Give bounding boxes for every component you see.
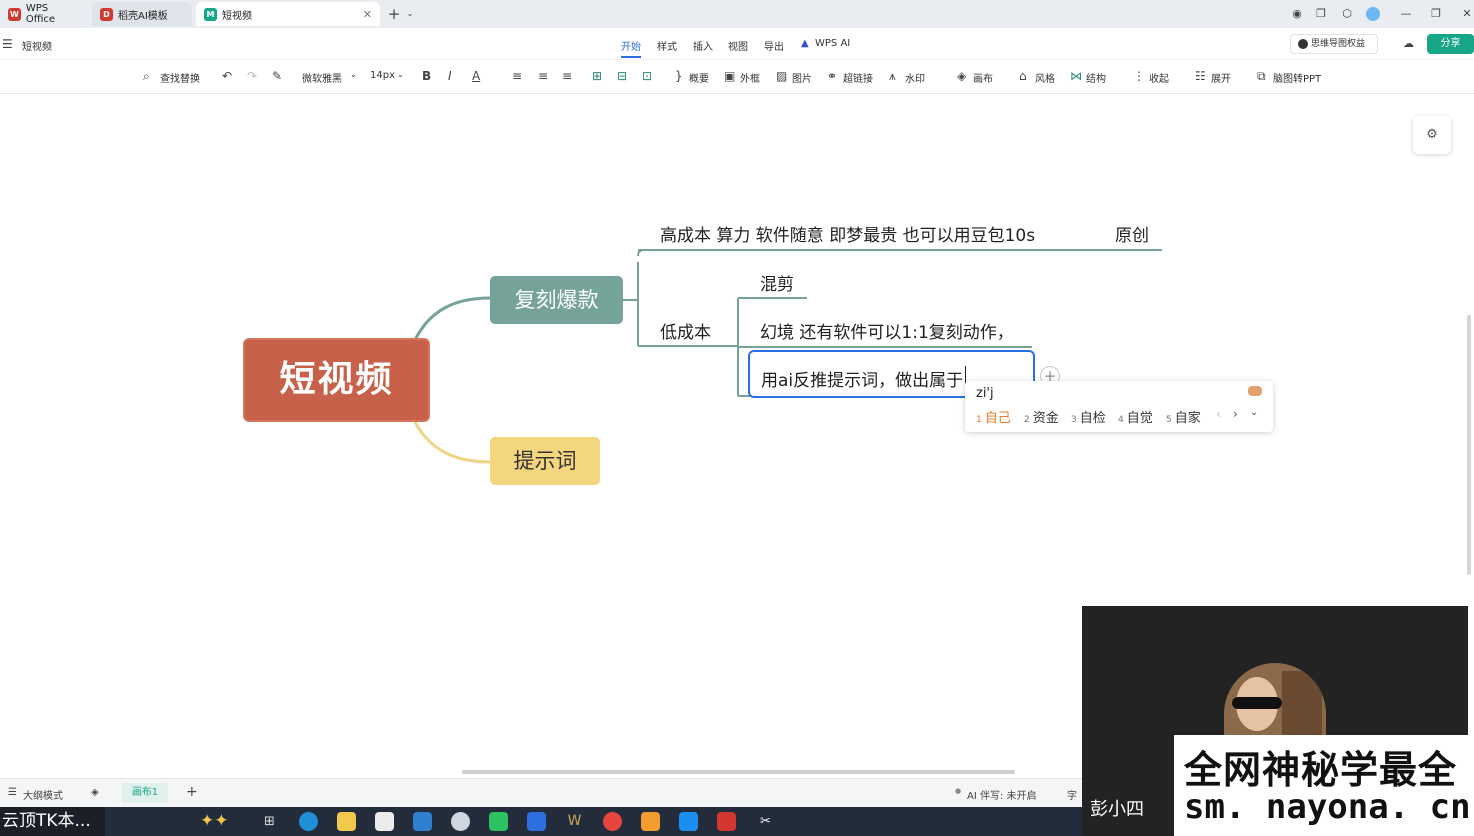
- ai-status-dot-icon: ●: [955, 787, 962, 795]
- horizontal-scrollbar[interactable]: [462, 770, 1015, 774]
- topic-original[interactable]: 原创: [1115, 221, 1149, 246]
- banner-line-2: sm. nayona. cn: [1184, 787, 1471, 827]
- presenter-name: 彭小四: [1090, 799, 1144, 820]
- topic-illusion[interactable]: 幻境 还有软件可以1:1复刻动作，: [760, 318, 1014, 343]
- dingtalk-icon[interactable]: [679, 812, 698, 831]
- topic-high-cost[interactable]: 高成本 算力 软件随意 即梦最贵 也可以用豆包10s: [660, 221, 1035, 246]
- ime-candidate-4[interactable]: 4 自觉: [1118, 407, 1153, 426]
- ime-candidate-1[interactable]: 1 自己: [976, 407, 1011, 426]
- canvas-tab[interactable]: 画布1: [122, 783, 168, 803]
- chrome-icon[interactable]: [603, 812, 622, 831]
- add-canvas-icon[interactable]: +: [186, 784, 198, 800]
- ime-next-icon[interactable]: ›: [1233, 407, 1238, 421]
- app-avatar-icon[interactable]: [451, 812, 470, 831]
- layers-icon[interactable]: ◈: [91, 787, 99, 798]
- topic-prompts[interactable]: 提示词: [490, 437, 600, 485]
- canvas-tab-label: 画布1: [131, 787, 159, 798]
- wiz-icon[interactable]: W: [565, 812, 584, 831]
- feishu-icon[interactable]: [527, 812, 546, 831]
- outline-icon: ☰: [8, 787, 17, 798]
- ime-expand-icon[interactable]: ⌄: [1250, 407, 1258, 418]
- store-icon[interactable]: [375, 812, 394, 831]
- ime-candidate-5[interactable]: 5 自家: [1166, 407, 1201, 426]
- taskbar-window-title[interactable]: 云顶TK本...: [0, 807, 105, 836]
- mail-icon[interactable]: [413, 812, 432, 831]
- ime-candidate-popup: zi'j 1 自己 2 资金 3 自检 4 自觉 5 自家 ‹ › ⌄: [965, 381, 1273, 432]
- sunglasses: [1232, 697, 1282, 709]
- promo-banner: 全网神秘学最全 sm. nayona. cn: [1174, 735, 1474, 836]
- topic-mix-cut[interactable]: 混剪: [760, 270, 794, 295]
- task-view-icon[interactable]: ⊞: [260, 812, 279, 831]
- edge-icon[interactable]: [299, 812, 318, 831]
- background-shelf: [1282, 671, 1322, 741]
- root-topic[interactable]: 短视频: [243, 338, 430, 422]
- banner-line-1: 全网神秘学最全: [1184, 748, 1458, 792]
- word-count: 字: [1067, 791, 1077, 802]
- ime-candidate-2[interactable]: 2 资金: [1024, 407, 1059, 426]
- outline-mode-button[interactable]: 大纲模式: [23, 787, 63, 802]
- capcut-icon[interactable]: ✂: [756, 812, 775, 831]
- ai-status[interactable]: AI 伴写: 未开启: [967, 787, 1037, 802]
- topic-copy-hits[interactable]: 复刻爆款: [490, 276, 623, 324]
- wechat-icon[interactable]: [489, 812, 508, 831]
- wps-taskbar-icon[interactable]: [717, 812, 736, 831]
- link-curve-top: [637, 249, 645, 257]
- ime-candidate-3[interactable]: 3 自检: [1071, 407, 1106, 426]
- link-root-branch1: [413, 296, 491, 341]
- sparkle-icon[interactable]: ✦✦: [200, 811, 229, 831]
- link-root-branch2: [413, 421, 491, 464]
- ime-pinyin: zi'j: [976, 386, 994, 401]
- file-explorer-icon[interactable]: [337, 812, 356, 831]
- box-app-icon[interactable]: [641, 812, 660, 831]
- vertical-scrollbar[interactable]: [1467, 315, 1471, 575]
- editing-text: 用ai反推提示词，做出属于: [761, 371, 964, 391]
- settings-sliders-icon[interactable]: ⚙: [1413, 116, 1451, 154]
- ime-skin-icon[interactable]: [1248, 386, 1262, 396]
- topic-low-cost[interactable]: 低成本: [660, 318, 711, 343]
- ime-prev-icon[interactable]: ‹: [1216, 407, 1221, 421]
